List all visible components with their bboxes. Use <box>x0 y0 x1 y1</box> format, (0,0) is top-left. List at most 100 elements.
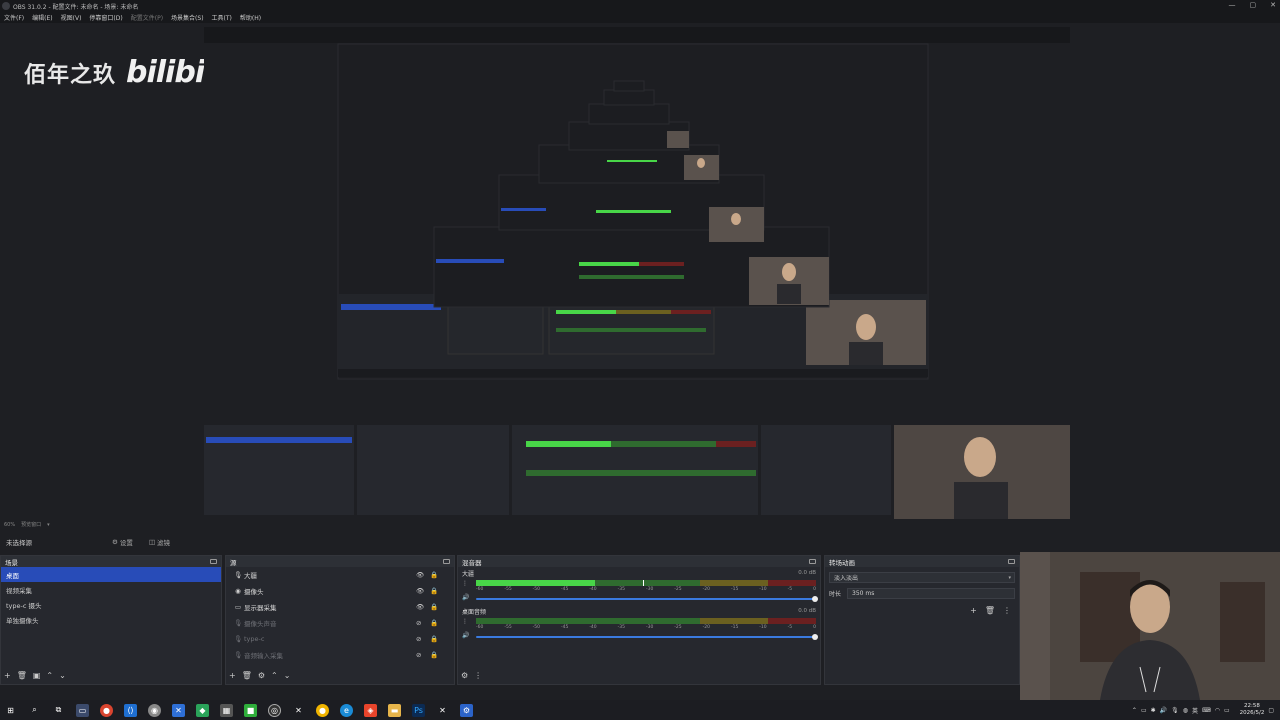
trash-icon[interactable]: 🗑 <box>17 671 27 680</box>
scene-item[interactable]: 桌面 <box>1 567 221 582</box>
battery-icon[interactable]: ▭ <box>1224 707 1230 714</box>
vscode-icon[interactable]: ⟨⟩ <box>124 703 137 717</box>
move-down-icon[interactable]: ⌄ <box>59 671 66 680</box>
app-icon[interactable]: ▦ <box>220 703 233 717</box>
preview-canvas[interactable]: 佰年之玖 bilibili <box>0 23 1280 519</box>
move-up-icon[interactable]: ⌃ <box>271 671 278 680</box>
mic-icon[interactable]: 🎙 <box>1171 707 1179 714</box>
menu-view[interactable]: 视图(V) <box>61 13 82 22</box>
move-down-icon[interactable]: ⌄ <box>284 671 291 680</box>
app-icon[interactable]: ■ <box>244 703 257 717</box>
menu-scene-collection[interactable]: 场景集合(S) <box>171 13 204 22</box>
photoshop-icon[interactable]: Ps <box>412 703 425 717</box>
slider-knob[interactable] <box>812 596 818 602</box>
app-icon[interactable]: ✕ <box>436 704 449 717</box>
app-icon[interactable]: ⚙ <box>460 703 473 717</box>
app-icon[interactable]: ● <box>316 703 329 717</box>
scene-item[interactable]: 视频采集 <box>1 582 221 597</box>
properties-button[interactable]: ⚙ 设置 <box>112 537 133 547</box>
menu-profile[interactable]: 配置文件(P) <box>131 13 163 22</box>
add-icon[interactable]: + <box>229 671 236 680</box>
chevron-down-icon[interactable]: ▾ <box>47 522 50 528</box>
source-item[interactable]: 🎙 type-c ⊘ 🔒 <box>226 631 454 647</box>
bluetooth-icon[interactable]: ✱ <box>1151 707 1156 714</box>
folder-icon[interactable]: ▬ <box>388 703 401 717</box>
volume-slider[interactable] <box>476 634 818 640</box>
notification-icon[interactable]: ▢ <box>1268 707 1274 714</box>
undock-icon[interactable] <box>809 559 816 564</box>
meter-level <box>476 580 595 586</box>
source-item[interactable]: 🎙 摄像头声音 ⊘ 🔒 <box>226 615 454 631</box>
speaker-icon[interactable]: 🔊 <box>462 632 469 639</box>
add-icon[interactable]: + <box>970 606 977 615</box>
slider-knob[interactable] <box>812 634 818 640</box>
app-icon[interactable]: ✕ <box>292 704 305 717</box>
eye-hidden-icon[interactable]: ⊘ <box>416 619 424 627</box>
eye-icon[interactable]: 👁 <box>416 587 424 595</box>
task-view-icon[interactable]: ⧉ <box>52 704 65 717</box>
move-up-icon[interactable]: ⌃ <box>46 671 53 680</box>
lock-icon[interactable]: 🔒 <box>430 603 438 611</box>
clock[interactable]: 22:58 2026/5/2 <box>1240 703 1265 717</box>
app-icon[interactable]: ◉ <box>148 703 161 717</box>
filter-icon[interactable]: ▣ <box>33 671 41 680</box>
chrome-icon[interactable]: ● <box>100 703 113 717</box>
menu-tools[interactable]: 工具(T) <box>212 13 232 22</box>
source-item[interactable]: ◉ 摄像头 👁 🔒 <box>226 583 454 599</box>
transition-select[interactable]: 淡入淡出 ▾ <box>829 572 1015 583</box>
app-icon[interactable]: ◆ <box>196 703 209 717</box>
speaker-icon[interactable]: 🔊 <box>462 594 469 601</box>
trash-icon[interactable]: 🗑 <box>242 671 252 680</box>
volume-slider[interactable] <box>476 596 818 602</box>
app-tray-icon[interactable]: ◍ <box>1183 707 1188 714</box>
duration-input[interactable]: 350 ms <box>847 588 1015 599</box>
edge-icon[interactable]: e <box>340 703 353 717</box>
windows-start-icon[interactable]: ⊞ <box>4 704 17 717</box>
eye-icon[interactable]: 👁 <box>416 571 424 579</box>
app-icon[interactable]: ◈ <box>364 703 377 717</box>
undock-icon[interactable] <box>210 559 217 564</box>
trash-icon[interactable]: 🗑 <box>985 606 995 615</box>
close-button[interactable]: ✕ <box>1270 1 1276 9</box>
lock-icon[interactable]: 🔒 <box>430 635 438 643</box>
maximize-button[interactable]: ▢ <box>1250 1 1257 9</box>
gear-icon[interactable]: ⚙ <box>461 671 468 680</box>
source-item[interactable]: 🎙 大疆 👁 🔒 <box>226 567 454 583</box>
more-options-icon[interactable]: ⋮ <box>462 580 468 587</box>
menu-help[interactable]: 帮助(H) <box>240 13 261 22</box>
minimize-button[interactable]: — <box>1229 1 1236 9</box>
menu-docks[interactable]: 停靠窗口(D) <box>89 13 122 22</box>
eye-icon[interactable]: 👁 <box>416 603 424 611</box>
more-options-icon[interactable]: ⋮ <box>1003 606 1011 615</box>
eye-hidden-icon[interactable]: ⊘ <box>416 635 424 643</box>
scene-item[interactable]: type-c 摄头 <box>1 597 221 612</box>
menu-edit[interactable]: 编辑(E) <box>32 13 52 22</box>
undock-icon[interactable] <box>1008 559 1015 564</box>
filters-button[interactable]: ◫ 滤镜 <box>149 537 170 547</box>
search-icon[interactable]: ⌕ <box>28 704 41 717</box>
source-item[interactable]: ▭ 显示器采集 👁 🔒 <box>226 599 454 615</box>
wifi-icon[interactable]: ◠ <box>1215 707 1220 714</box>
eye-hidden-icon[interactable]: ⊘ <box>416 651 424 659</box>
undock-icon[interactable] <box>443 559 450 564</box>
scene-item[interactable]: 单独摄像头 <box>1 612 221 627</box>
obs-icon[interactable]: ◎ <box>268 703 281 717</box>
lock-icon[interactable]: 🔒 <box>430 571 438 579</box>
add-icon[interactable]: + <box>4 671 11 680</box>
app-icon[interactable]: ✕ <box>172 703 185 717</box>
source-item[interactable]: 🎙 音频输入采集 ⊘ 🔒 <box>226 647 454 663</box>
more-options-icon[interactable]: ⋮ <box>462 618 468 625</box>
chevron-up-icon[interactable]: ⌃ <box>1132 707 1137 714</box>
more-options-icon[interactable]: ⋮ <box>474 671 482 680</box>
gear-icon[interactable]: ⚙ <box>258 671 265 680</box>
menu-file[interactable]: 文件(F) <box>4 13 24 22</box>
volume-icon[interactable]: 🔊 <box>1160 707 1167 714</box>
lock-icon[interactable]: 🔒 <box>430 587 438 595</box>
lock-icon[interactable]: 🔒 <box>430 619 438 627</box>
network-icon[interactable]: ▭ <box>1141 707 1147 714</box>
folder-icon[interactable]: ▭ <box>76 703 89 717</box>
lock-icon[interactable]: 🔒 <box>430 651 438 659</box>
ime-indicator[interactable]: 英 <box>1192 706 1198 715</box>
meter-tick: -50 <box>532 625 541 630</box>
keyboard-icon[interactable]: ⌨ <box>1202 707 1211 714</box>
